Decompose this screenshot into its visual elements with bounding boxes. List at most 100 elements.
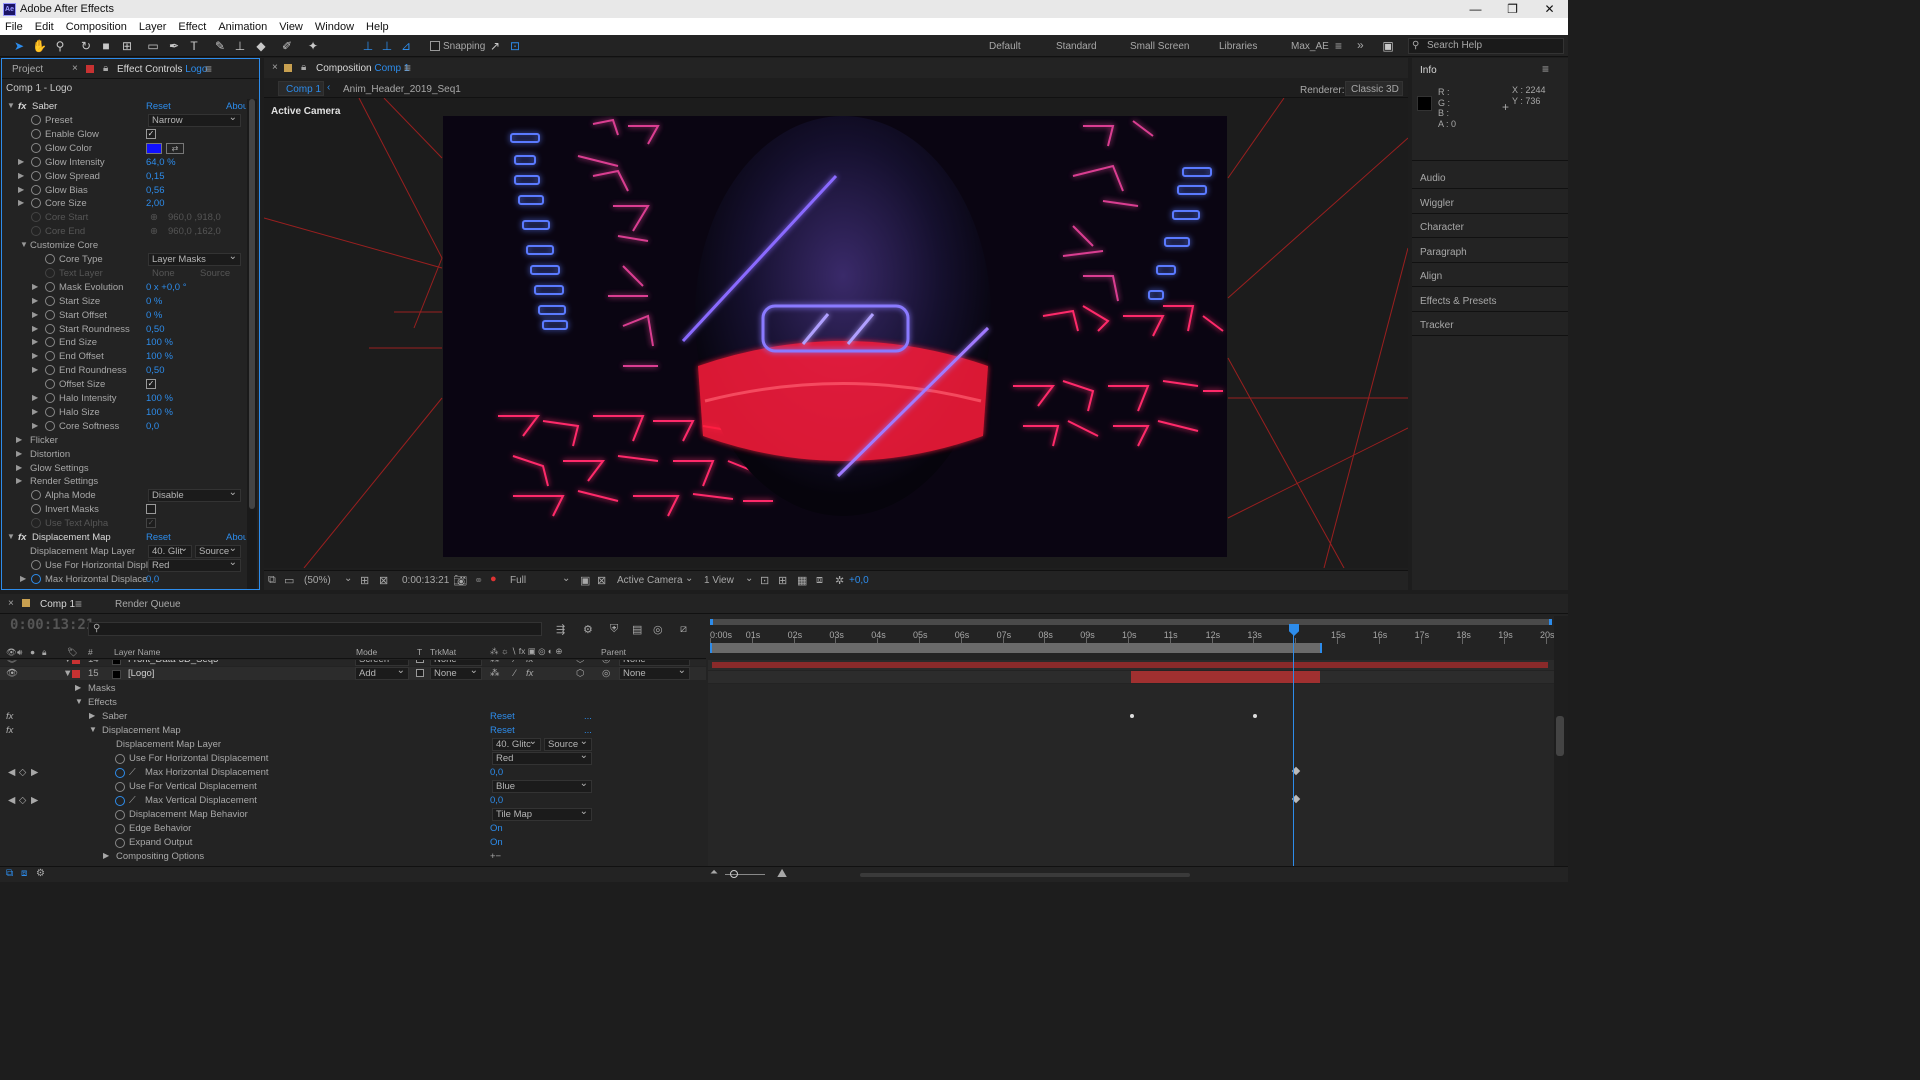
time-ruler[interactable]: 0:00s 01s 02s 03s 04s 05s 06s 07s 08s 09s 10s 11s 12… [708,616,1555,646]
crumb-anim-header[interactable]: Anim_Header_2019_Seq1 [343,84,461,95]
stopwatch-icon[interactable] [31,490,41,501]
layer14-duration-bar[interactable] [712,662,1548,668]
snap-options-icon[interactable]: ↗ [488,39,502,53]
expand-triangle-icon[interactable]: ▶ [103,851,109,860]
menu-animation[interactable]: Animation [218,21,267,33]
about-link[interactable]: Abou [226,101,246,112]
layer-row[interactable]: 👁︎ ▼ 15 [Logo] Add None ⁂ ∕ fx ⬡ ◎ None [0,665,706,680]
video-toggle-icon[interactable]: 👁︎ [6,647,17,658]
effect-header[interactable]: ▼ fx Saber Reset Abou [2,100,246,114]
eye-icon[interactable]: 👁︎ [6,668,18,679]
reset-exposure-icon[interactable]: ✲ [835,574,844,587]
expand-triangle-icon[interactable]: ▶ [16,476,22,485]
expand-triangle-icon[interactable]: ▼ [7,532,15,541]
prev-keyframe-icon[interactable]: ◀ [8,795,15,806]
stopwatch-icon[interactable] [45,406,55,417]
effect-options-dots[interactable]: ... [584,725,592,736]
exposure-value[interactable]: +0,0 [849,575,869,586]
fx-switch-icon[interactable]: fx [526,668,533,679]
workspace-default[interactable]: Default [989,41,1021,52]
panel-align[interactable]: Align [1420,271,1442,282]
expand-triangle-icon[interactable]: ▶ [32,365,38,374]
zoom-slider-thumb[interactable] [730,870,738,878]
saber-keyframe-2[interactable] [1253,714,1257,718]
stopwatch-icon[interactable] [115,796,125,806]
close-tab-icon[interactable]: × [72,63,78,74]
expand-triangle-icon[interactable]: ▶ [32,407,38,416]
expand-triangle-icon[interactable]: ▶ [32,337,38,346]
stopwatch-icon[interactable] [31,226,41,237]
panel-menu-icon[interactable]: ≡ [205,62,212,76]
roi-icon[interactable]: ▣ [580,574,590,587]
scrollbar-thumb[interactable] [249,99,255,509]
stopwatch-icon[interactable] [115,824,125,834]
expand-triangle-icon[interactable]: ▶ [32,421,38,430]
add-keyframe-icon[interactable]: ◇ [19,795,26,806]
pickwhip-icon[interactable]: ◎ [602,668,610,679]
renderer-value[interactable]: Classic 3D [1351,84,1399,95]
timeline-timecode[interactable]: 0:00:13:21 [10,617,94,633]
snapshot-icon[interactable]: 📷︎ [453,574,467,587]
current-timecode[interactable]: 0:00:13:21 [402,575,449,586]
fx-switch-icon[interactable]: fx [526,660,533,665]
trkmat-dropdown[interactable]: None [430,665,482,680]
panel-menu-icon[interactable]: ≡ [1542,62,1549,76]
stopwatch-icon[interactable] [45,379,55,390]
property-value[interactable]: On [490,837,503,848]
layer-label-swatch[interactable] [72,660,80,664]
panel-menu-icon[interactable]: ≡ [75,597,82,611]
property-group[interactable]: ▶ Flicker [2,434,246,448]
tab-timeline-comp1[interactable]: Comp 1 [40,599,75,610]
property-value[interactable]: 0,50 [146,365,165,376]
next-keyframe-icon[interactable]: ▶ [31,767,38,778]
camera-tool-icon[interactable]: ■ [99,39,113,53]
property-dropdown[interactable]: Red [492,750,592,765]
view-axis-icon[interactable]: ⊿ [399,39,413,53]
property-value[interactable]: 2,00 [146,198,165,209]
menu-view[interactable]: View [279,21,303,33]
menu-help[interactable]: Help [366,21,389,33]
saber-keyframe-1[interactable] [1130,714,1134,718]
type-tool-icon[interactable]: T [187,39,201,53]
property-value[interactable]: On [490,823,503,834]
stopwatch-icon[interactable] [31,573,41,584]
close-tab-icon[interactable]: × [272,62,278,73]
stopwatch-icon[interactable] [31,128,41,139]
camera-dropdown[interactable]: Active Camera [617,575,683,586]
pickwhip-icon[interactable]: ◎ [602,660,610,665]
snapping-checkbox[interactable] [430,41,440,51]
menu-composition[interactable]: Composition [66,21,127,33]
stopwatch-icon[interactable] [45,254,55,264]
hand-tool-icon[interactable]: ✋ [32,39,47,53]
property-value[interactable]: 0 % [146,310,162,321]
add-keyframe-icon[interactable]: ◇ [19,767,26,778]
local-axis-icon[interactable]: ⊥ [361,39,375,53]
layer-label-swatch[interactable] [72,670,80,678]
property-value[interactable]: Reset [490,725,515,736]
fx-icon[interactable]: fx [18,101,26,112]
audio-toggle-icon[interactable]: 🔊︎ [17,647,22,658]
glow-color-swatch[interactable] [146,142,162,154]
property-value[interactable]: 0,0 [146,574,159,585]
expand-triangle-icon[interactable]: ▶ [18,157,24,166]
property-value[interactable]: Reset [490,711,515,722]
stopwatch-icon[interactable] [45,295,55,306]
effect-options-dots[interactable]: ... [584,711,592,722]
roto-brush-tool-icon[interactable]: ✐ [280,39,294,53]
layer-mode-dropdown[interactable]: Add [355,665,409,680]
workspace-libraries[interactable]: Libraries [1219,41,1257,52]
lock-column-icon[interactable]: 🔒︎ [42,647,47,658]
panel-character[interactable]: Character [1420,222,1464,233]
minimize-icon[interactable]: — [1457,0,1494,18]
property-value[interactable]: 0 x +0,0 ° [146,282,187,293]
col-mode[interactable]: Mode [356,647,377,657]
motion-blur-icon[interactable]: ◎ [653,623,663,636]
stopwatch-icon[interactable] [45,267,55,278]
stopwatch-icon[interactable] [31,559,41,570]
stopwatch-icon[interactable] [115,810,125,820]
expand-triangle-icon[interactable]: ▶ [32,296,38,305]
brush-tool-icon[interactable]: ✎ [213,39,227,53]
menu-file[interactable]: File [5,21,23,33]
property-value[interactable]: 0,0 [490,767,503,778]
eyedropper-icon[interactable]: ⇄ [166,142,184,154]
